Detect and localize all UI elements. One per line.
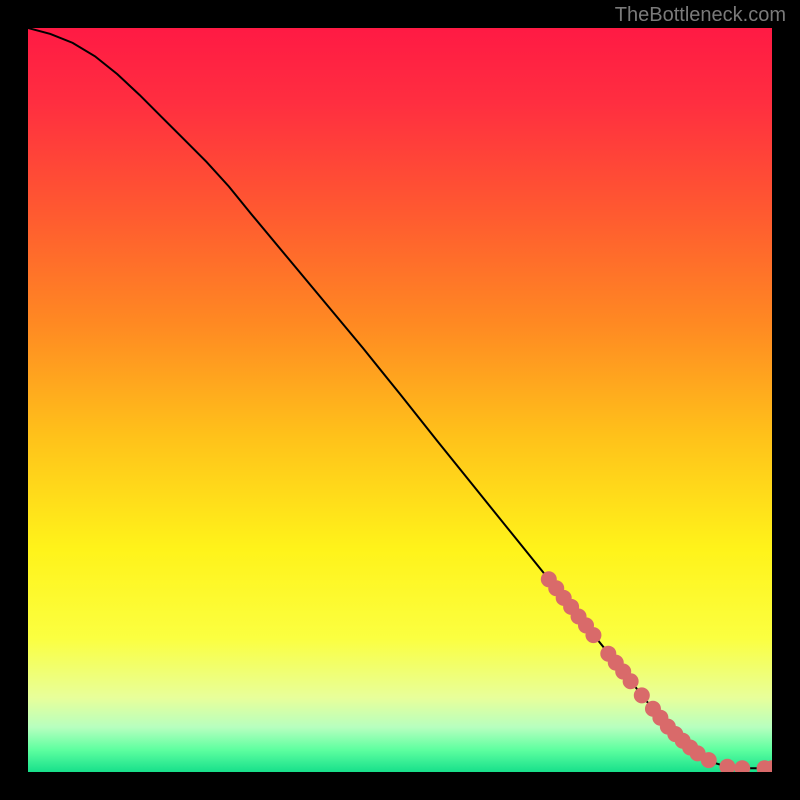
data-point <box>701 752 717 768</box>
data-point <box>623 673 639 689</box>
gradient-background <box>28 28 772 772</box>
bottleneck-chart <box>28 28 772 772</box>
attribution-text: TheBottleneck.com <box>615 4 786 27</box>
data-point <box>634 687 650 703</box>
data-point <box>585 627 601 643</box>
